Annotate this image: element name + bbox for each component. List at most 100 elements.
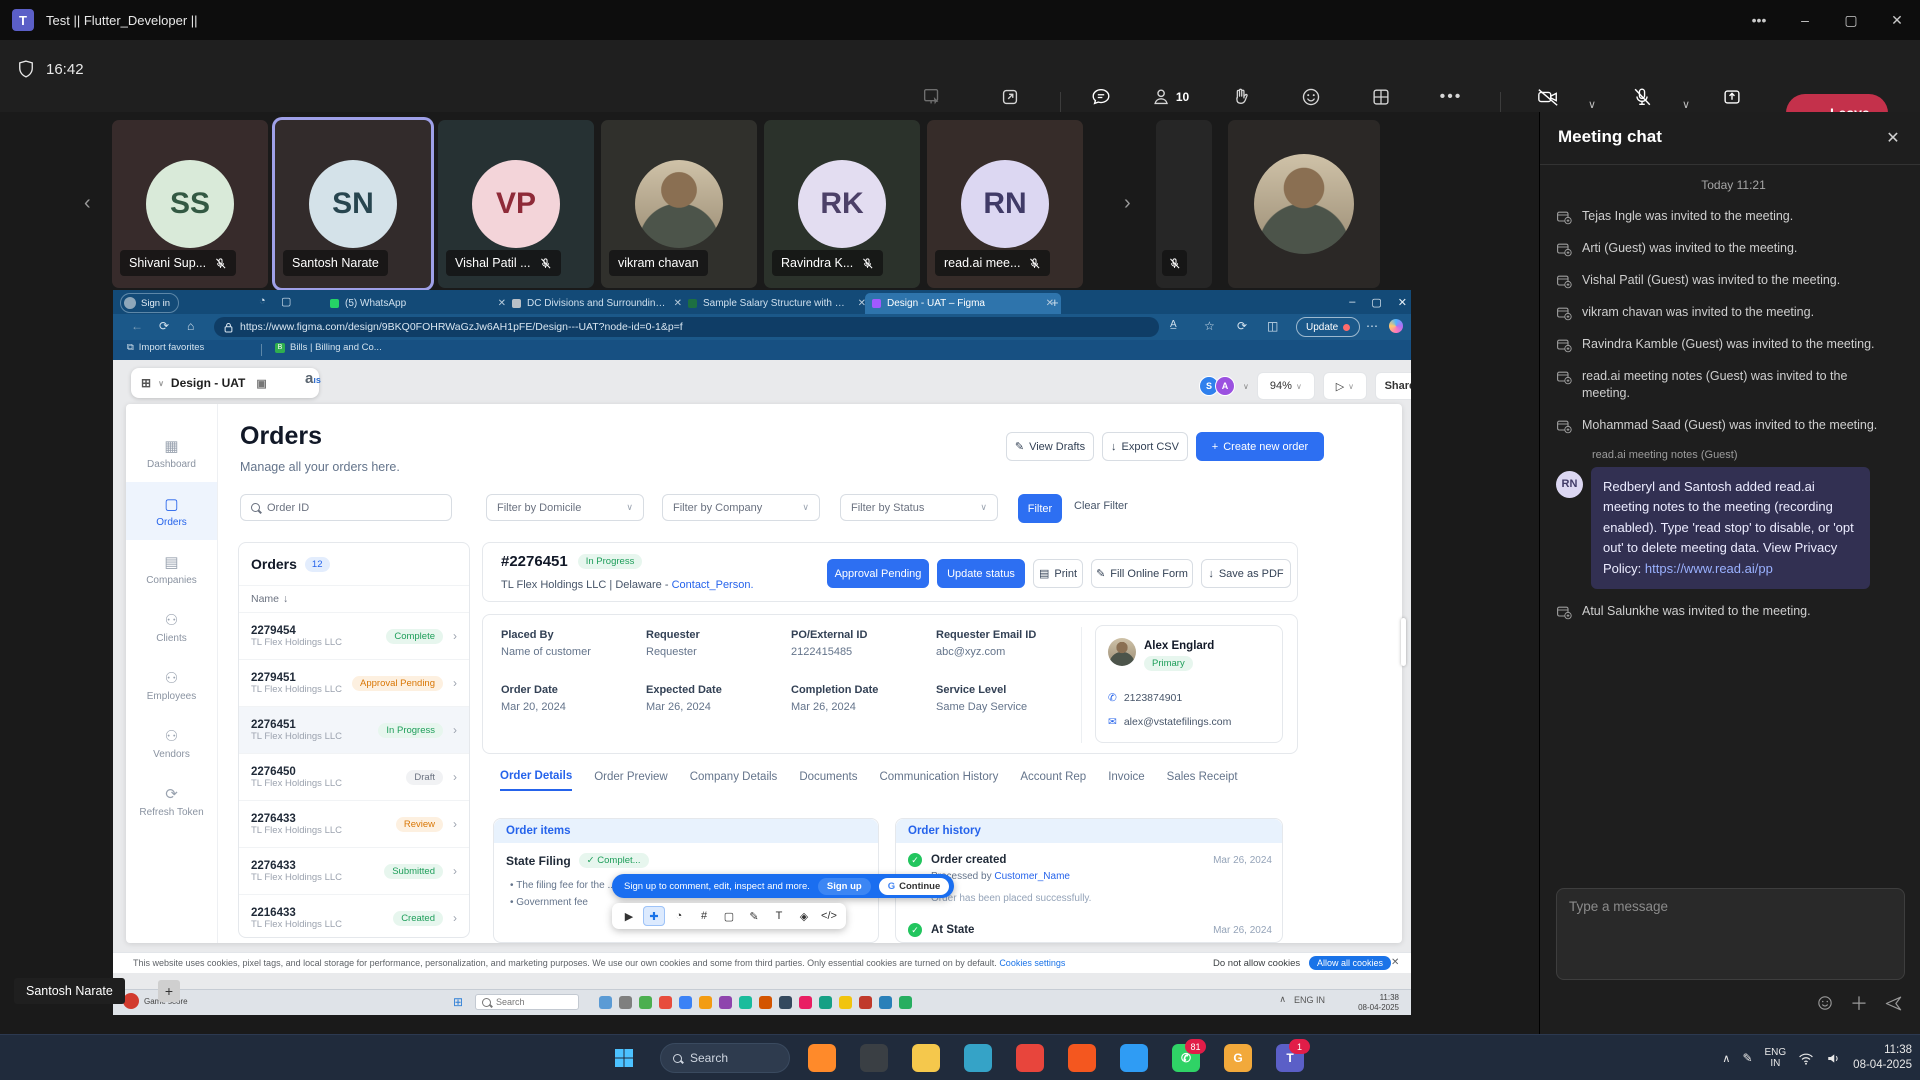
address-bar[interactable]: https://www.figma.com/design/9BKQ0FOHRWa… (214, 317, 1159, 337)
figma-tool-button[interactable]: </> (818, 906, 840, 926)
order-row[interactable]: 2276433 TL Flex Holdings LLC Submitted › (239, 847, 469, 894)
figma-file-pill[interactable]: ⊞ ∨ Design - UAT ▣ (131, 368, 319, 398)
taskbar-app-icon[interactable] (912, 1044, 940, 1072)
chat-message-input[interactable] (1556, 888, 1905, 980)
browser-maximize-button[interactable]: ▢ (1371, 296, 1381, 309)
figma-layout-icon[interactable]: ▣ (256, 377, 266, 390)
page-scrollbar[interactable] (1401, 618, 1406, 666)
detail-tab[interactable]: Order Details (500, 770, 572, 791)
export-csv-button[interactable]: ↓Export CSV (1102, 432, 1188, 461)
update-status-button[interactable]: Update status (937, 559, 1025, 588)
create-new-order-button[interactable]: +Create new order (1196, 432, 1324, 461)
new-tab-button[interactable]: + (1051, 295, 1059, 310)
language-indicator[interactable]: ENG IN (1765, 1047, 1787, 1070)
window-more-icon[interactable]: ••• (1736, 0, 1782, 40)
taskbar-app-icon[interactable] (1120, 1044, 1148, 1072)
figma-menu-icon[interactable]: ⊞ (141, 376, 151, 390)
taskbar-app-icon[interactable] (1068, 1044, 1096, 1072)
figma-tool-button[interactable]: ▶ (618, 906, 640, 926)
contact-phone[interactable]: 2123874901 (1124, 692, 1182, 704)
favorites-star-icon[interactable]: ☆ (1204, 319, 1215, 333)
taskbar-app-icon[interactable]: ✆ 81 (1172, 1044, 1200, 1072)
app-icon[interactable] (879, 996, 892, 1009)
attach-plus-icon[interactable]: ＋ (1850, 990, 1868, 1016)
tray-chevron-icon[interactable]: ∧ (1722, 1052, 1730, 1065)
browser-update-button[interactable]: Update (1296, 317, 1360, 337)
presenter-pin-button[interactable]: + (158, 980, 180, 1002)
browser-more-icon[interactable]: ⋯ (1366, 319, 1378, 333)
cookie-close-icon[interactable]: ✕ (1391, 957, 1399, 968)
figma-tool-button[interactable]: ▢ (718, 906, 740, 926)
browser-workspaces-icon[interactable]: ◔ (259, 295, 266, 307)
app-icon[interactable] (719, 996, 732, 1009)
inner-search-box[interactable]: Search (475, 994, 579, 1010)
start-button[interactable] (614, 1048, 634, 1068)
order-id-search[interactable]: Order ID (240, 494, 452, 521)
collaborators-chevron-icon[interactable]: ∨ (1243, 382, 1249, 391)
app-icon[interactable] (839, 996, 852, 1009)
bookmark-bills[interactable]: B Bills | Billing and Co... (275, 342, 382, 353)
taskbar-search[interactable]: Search (660, 1043, 790, 1073)
app-icon[interactable] (659, 996, 672, 1009)
app-icon[interactable] (779, 996, 792, 1009)
sidebar-item[interactable]: ⚇ Employees (126, 656, 217, 714)
detail-tab[interactable]: Order Preview (594, 771, 668, 790)
detail-tab[interactable]: Documents (799, 771, 857, 790)
privacy-policy-link[interactable]: https://www.read.ai/pp (1645, 561, 1773, 576)
sidebar-item[interactable]: ⚇ Vendors (126, 714, 217, 772)
close-chat-icon[interactable]: ✕ (1879, 124, 1907, 152)
allow-cookies-button[interactable]: Allow all cookies (1309, 956, 1391, 970)
participant-tile[interactable]: RN read.ai mee... (927, 120, 1083, 288)
taskbar-app-icon[interactable]: T 1 (1276, 1044, 1304, 1072)
vertical-tabs-icon[interactable]: ▢ (281, 295, 291, 308)
customer-name-link[interactable]: Customer_Name (994, 871, 1070, 882)
split-screen-icon[interactable]: ◫ (1267, 319, 1278, 333)
figma-tool-button[interactable]: ✚ (643, 906, 665, 926)
inner-start-icon[interactable]: ⊞ (453, 995, 463, 1009)
emoji-icon[interactable] (1816, 994, 1834, 1012)
detail-tab[interactable]: Communication History (879, 771, 998, 790)
tiles-scroll-left-icon[interactable]: ‹ (84, 192, 91, 215)
app-icon[interactable] (679, 996, 692, 1009)
browser-profile-button[interactable]: Sign in (120, 293, 179, 313)
clear-filter-button[interactable]: Clear Filter (1074, 500, 1128, 512)
app-icon[interactable] (799, 996, 812, 1009)
figma-zoom-control[interactable]: 94%∨ (1257, 372, 1315, 400)
participant-tile-partial[interactable] (1156, 120, 1212, 288)
app-icon[interactable] (739, 996, 752, 1009)
sign-up-button[interactable]: Sign up (818, 878, 871, 895)
participant-tile[interactable]: VP Vishal Patil ... (438, 120, 594, 288)
inner-tray-chevron-icon[interactable]: ∧ (1279, 994, 1286, 1005)
inner-clock[interactable]: 11:38 08-04-2025 (1358, 993, 1399, 1013)
filter-domicile-select[interactable]: Filter by Domicile∨ (486, 494, 644, 521)
filter-button[interactable]: Filter (1018, 494, 1062, 523)
taskbar-clock[interactable]: 11:38 08-04-2025 (1853, 1043, 1912, 1073)
collaborator-avatar[interactable]: A (1215, 376, 1235, 396)
wifi-icon[interactable] (1798, 1052, 1814, 1065)
order-row[interactable]: 2276451 TL Flex Holdings LLC In Progress… (239, 706, 469, 753)
window-maximize-button[interactable]: ▢ (1828, 0, 1874, 40)
detail-tab[interactable]: Sales Receipt (1167, 771, 1238, 790)
sidebar-item[interactable]: ▤ Companies (126, 540, 217, 598)
pen-tray-icon[interactable]: ✎ (1742, 1051, 1752, 1065)
refresh-icon[interactable]: ⟳ (159, 319, 169, 333)
browser-close-button[interactable]: ✕ (1398, 296, 1407, 309)
detail-tab[interactable]: Account Rep (1020, 771, 1086, 790)
sync-icon[interactable]: ⟳ (1237, 319, 1247, 333)
inner-language-indicator[interactable]: ENG IN (1294, 995, 1325, 1005)
order-row[interactable]: 2216433 TL Flex Holdings LLC Created › (239, 894, 469, 938)
tiles-scroll-right-icon[interactable]: › (1124, 192, 1131, 215)
print-button[interactable]: ▤Print (1033, 559, 1083, 588)
detail-tab[interactable]: Company Details (690, 771, 778, 790)
taskbar-app-icon[interactable] (808, 1044, 836, 1072)
app-icon[interactable] (619, 996, 632, 1009)
read-aloud-icon[interactable]: A̲ (1170, 319, 1177, 330)
sidebar-item[interactable]: ▢ Orders (126, 482, 217, 540)
taskbar-app-icon[interactable] (964, 1044, 992, 1072)
name-column-header[interactable]: Name (251, 593, 279, 605)
sidebar-item[interactable]: ⚇ Clients (126, 598, 217, 656)
mic-options-chevron-icon[interactable]: ∨ (1682, 98, 1690, 111)
figma-tool-button[interactable]: ◈ (793, 906, 815, 926)
approval-pending-button[interactable]: Approval Pending (827, 559, 929, 588)
window-minimize-button[interactable]: – (1782, 0, 1828, 40)
